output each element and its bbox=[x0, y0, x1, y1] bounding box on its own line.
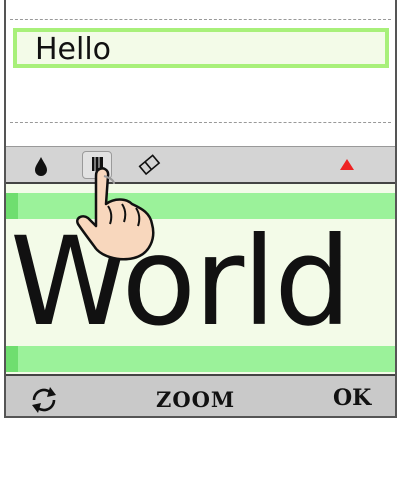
refresh-icon[interactable] bbox=[24, 384, 64, 416]
divider bbox=[10, 19, 391, 20]
pointing-hand-icon bbox=[72, 164, 172, 268]
zoom-button[interactable]: ZOOM bbox=[156, 387, 235, 412]
text-input-field[interactable]: Hello bbox=[13, 28, 389, 68]
text-input-value: Hello bbox=[35, 32, 112, 67]
ok-button[interactable]: OK bbox=[333, 385, 371, 411]
ink-drop-icon[interactable] bbox=[26, 151, 56, 179]
warning-triangle-icon[interactable] bbox=[332, 151, 362, 179]
divider bbox=[10, 122, 391, 123]
handwritten-text: World bbox=[10, 211, 352, 353]
handwriting-input-panel: Hello World ZOOM OK bbox=[4, 0, 397, 418]
action-bar: ZOOM OK bbox=[6, 374, 395, 416]
handwriting-canvas[interactable]: World bbox=[6, 184, 395, 374]
tool-bar bbox=[6, 146, 395, 184]
